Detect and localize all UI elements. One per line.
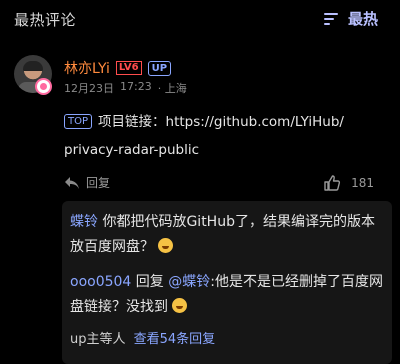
comment-actions: 回复 181 bbox=[64, 174, 386, 194]
sort-label: 最热 bbox=[347, 10, 378, 28]
reply-item[interactable]: 蝶铃 你都把代码放GitHub了，结果编译完的版本放百度网盘？ bbox=[70, 210, 384, 260]
like-button[interactable]: 181 bbox=[323, 174, 374, 192]
view-more-replies-link[interactable]: 查看54条回复 bbox=[134, 332, 216, 347]
comment-meta: 12月23日 17:23 · 上海 bbox=[64, 80, 187, 96]
up-badge: UP bbox=[147, 60, 172, 76]
comment-text: TOP 项目链接：https://github.com/LYiHub/ priva… bbox=[64, 108, 386, 164]
comments-header: 最热评论 最热 bbox=[0, 0, 400, 36]
sort-button[interactable]: 最热 bbox=[323, 8, 378, 29]
reply-mention[interactable]: @蝶铃 bbox=[168, 274, 210, 290]
reply-button[interactable]: 回复 bbox=[64, 174, 110, 191]
reply-preview-box[interactable]: 蝶铃 你都把代码放GitHub了，结果编译完的版本放百度网盘？ ooo0504 … bbox=[62, 201, 392, 364]
sort-lines-icon bbox=[323, 12, 338, 25]
top-tag: TOP bbox=[64, 114, 93, 129]
reply-item[interactable]: ooo0504 回复 @蝶铃:他是不是已经删掉了百度网盘链接？没找到 bbox=[70, 270, 384, 320]
comment-text-line2[interactable]: privacy-radar-public bbox=[64, 136, 386, 164]
laugh-emoji-icon bbox=[172, 298, 188, 313]
reply-text: 你都把代码放GitHub了，结果编译完的版本放百度网盘？ bbox=[70, 214, 375, 255]
section-title: 最热评论 bbox=[14, 11, 77, 29]
rofl-emoji-icon bbox=[158, 238, 174, 253]
reply-author[interactable]: ooo0504 bbox=[70, 274, 131, 290]
level-badge: LV6 bbox=[115, 61, 142, 75]
comment-time: 17:23 bbox=[120, 80, 152, 93]
reply-word: 回复 bbox=[135, 274, 164, 290]
avatar-badge-icon bbox=[35, 78, 52, 95]
author-row: 林亦LYi LV6 UP bbox=[64, 58, 172, 78]
comment-location: · 上海 bbox=[157, 82, 187, 95]
reply-arrow-icon bbox=[65, 176, 79, 189]
more-replies-row: up主等人 查看54条回复 bbox=[70, 328, 384, 347]
like-count: 181 bbox=[351, 176, 374, 190]
more-replies-by: up主等人 bbox=[70, 332, 126, 347]
comment-text-line1[interactable]: 项目链接：https://github.com/LYiHub/ bbox=[98, 114, 344, 130]
reply-label: 回复 bbox=[86, 176, 111, 190]
author-name[interactable]: 林亦LYi bbox=[64, 58, 110, 78]
reply-author[interactable]: 蝶铃 bbox=[70, 214, 98, 230]
thumbs-up-icon bbox=[324, 175, 341, 191]
comment-date: 12月23日 bbox=[64, 82, 114, 95]
